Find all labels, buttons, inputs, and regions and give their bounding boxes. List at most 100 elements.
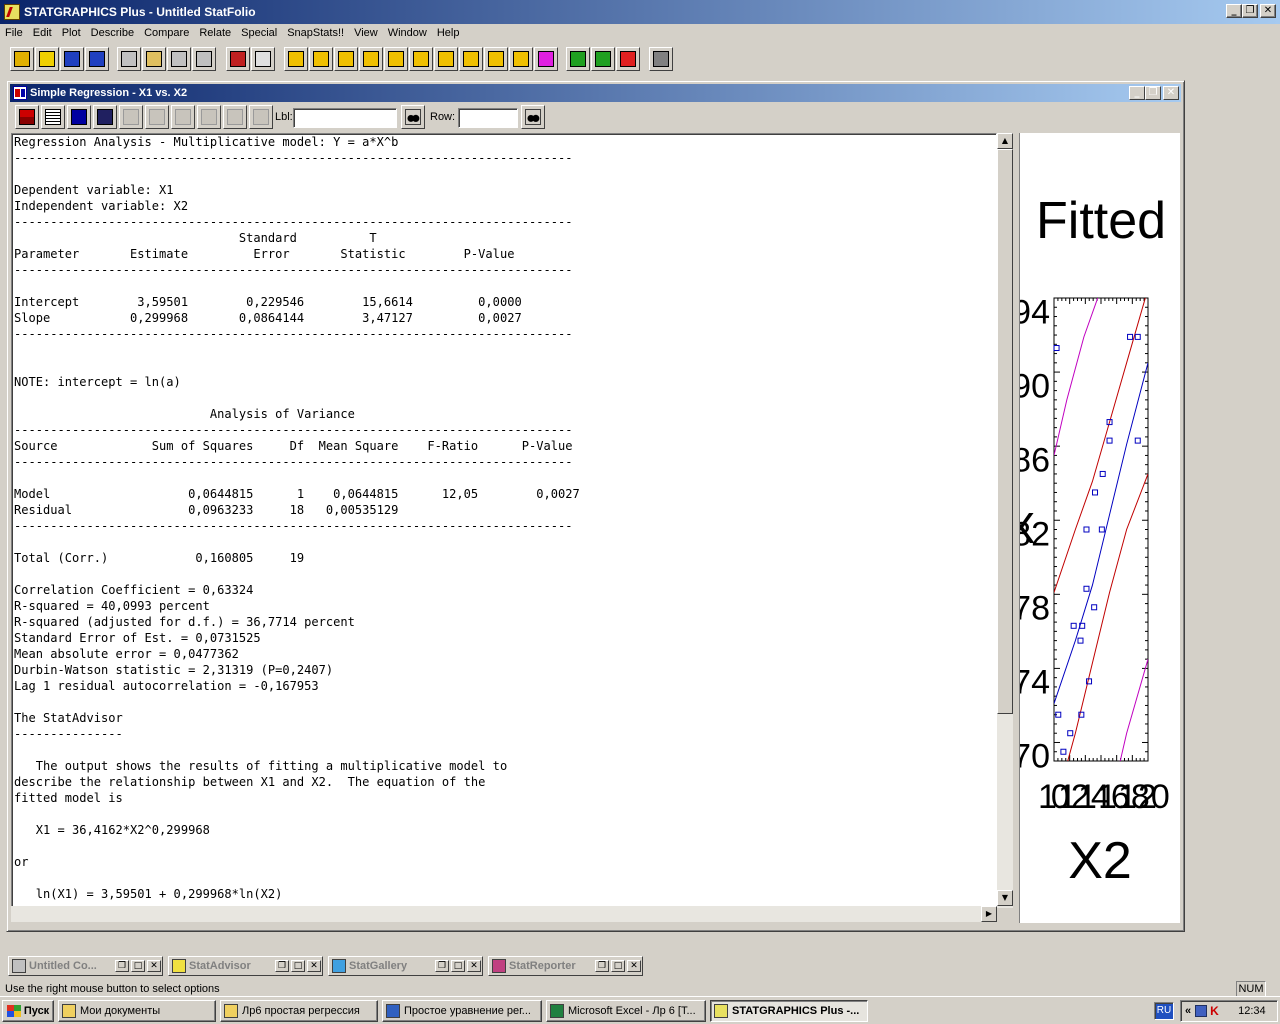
maximize-button[interactable]: □ (611, 960, 625, 972)
restore-button[interactable]: ❐ (115, 960, 129, 972)
tray-expand-chevron[interactable]: « (1185, 1005, 1191, 1017)
restore-button[interactable]: ❐ (1242, 4, 1258, 18)
analysis-output-pane[interactable]: Regression Analysis - Multiplicative mod… (11, 133, 997, 908)
statwizard-button[interactable] (591, 47, 615, 71)
output-horizontal-scrollbar[interactable]: ▶ (11, 906, 997, 922)
close-button[interactable]: ✕ (307, 960, 321, 972)
minimized-window[interactable]: StatReporter ❐ □ ✕ (488, 956, 643, 976)
taskbar-button[interactable]: Простое уравнение рег... (382, 1000, 542, 1022)
disabled-tool-5-button[interactable] (223, 105, 247, 129)
trend-button[interactable] (459, 47, 483, 71)
scroll-right-button[interactable]: ▶ (981, 906, 997, 922)
grid-button[interactable] (384, 47, 408, 71)
paste-button[interactable] (167, 47, 191, 71)
globe-button[interactable] (484, 47, 508, 71)
undo-icon (196, 51, 212, 67)
disabled-tool-4-button[interactable] (197, 105, 221, 129)
close-button[interactable]: ✕ (627, 960, 641, 972)
child-restore-button[interactable]: ❐ (1145, 86, 1161, 100)
line-chart-button[interactable] (409, 47, 433, 71)
output-line: Lag 1 residual autocorrelation = -0,1679… (14, 679, 319, 693)
menu-window[interactable]: Window (383, 25, 432, 41)
taskbar-button[interactable]: Мои документы (58, 1000, 216, 1022)
minimized-window[interactable]: Untitled Co... ❐ □ ✕ (8, 956, 163, 976)
maximize-button[interactable]: □ (451, 960, 465, 972)
menu-file[interactable]: File (0, 25, 28, 41)
scroll-down-button[interactable]: ▼ (997, 890, 1013, 906)
lbl-input[interactable] (293, 108, 397, 128)
menu-describe[interactable]: Describe (86, 25, 139, 41)
lbl-search-button[interactable] (401, 105, 425, 129)
matrix-button[interactable] (534, 47, 558, 71)
row-search-button[interactable] (521, 105, 545, 129)
scroll-up-button[interactable]: ▲ (997, 133, 1013, 149)
menu-help[interactable]: Help (432, 25, 465, 41)
antivirus-icon[interactable]: K (1210, 1005, 1222, 1017)
maximize-button[interactable]: □ (131, 960, 145, 972)
disabled-tool-3-button[interactable] (171, 105, 195, 129)
analysis-1-button[interactable] (284, 47, 308, 71)
close-button[interactable]: ✕ (467, 960, 481, 972)
copy-button[interactable] (142, 47, 166, 71)
statadvisor-button[interactable] (566, 47, 590, 71)
restore-button[interactable]: ❐ (435, 960, 449, 972)
menu-snapstats[interactable]: SnapStats!! (282, 25, 349, 41)
taskbar-button[interactable]: Microsoft Excel - Лр 6 [Т... (546, 1000, 706, 1022)
scatter-button[interactable] (359, 47, 383, 71)
input-dialog-button[interactable] (15, 105, 39, 129)
menu-view[interactable]: View (349, 25, 383, 41)
close-button[interactable]: ✕ (147, 960, 161, 972)
minimized-window[interactable]: StatGallery ❐ □ ✕ (328, 956, 483, 976)
open-folder-button[interactable] (10, 47, 34, 71)
print-preview-button[interactable] (251, 47, 275, 71)
bar-chart-button[interactable] (334, 47, 358, 71)
calculator-button[interactable] (649, 47, 673, 71)
restore-button[interactable]: ❐ (595, 960, 609, 972)
scroll-thumb[interactable] (997, 149, 1013, 714)
disabled-tool-1-button[interactable] (119, 105, 143, 129)
menu-edit[interactable]: Edit (28, 25, 57, 41)
disabled-tool-6-button[interactable] (249, 105, 273, 129)
task-icon (386, 1004, 400, 1018)
undo-button[interactable] (192, 47, 216, 71)
child-close-button[interactable]: ✕ (1163, 86, 1179, 100)
statgraphics-app-icon[interactable] (4, 4, 20, 20)
taskbar-button[interactable]: STATGRAPHICS Plus -... (710, 1000, 868, 1022)
menu-plot[interactable]: Plot (57, 25, 86, 41)
maximize-button[interactable]: □ (291, 960, 305, 972)
save-results-button[interactable] (93, 105, 117, 129)
data-save-button[interactable] (85, 47, 109, 71)
analysis-2-button[interactable] (309, 47, 333, 71)
task-label: Простое уравнение рег... (404, 1005, 531, 1017)
minimized-window[interactable]: StatAdvisor ❐ □ ✕ (168, 956, 323, 976)
child-minimize-button[interactable]: _ (1129, 86, 1145, 100)
print-button[interactable] (226, 47, 250, 71)
menu-special[interactable]: Special (236, 25, 282, 41)
spreadsheet-button[interactable] (60, 47, 84, 71)
cut-button[interactable] (117, 47, 141, 71)
minimize-button[interactable]: _ (1226, 4, 1242, 18)
task-icon (714, 1004, 728, 1018)
row-input[interactable] (458, 108, 518, 128)
tabular-options-button[interactable] (41, 105, 65, 129)
graphical-options-button[interactable] (67, 105, 91, 129)
restore-button[interactable]: ❐ (275, 960, 289, 972)
menu-relate[interactable]: Relate (194, 25, 236, 41)
taskbar-button[interactable]: Лр6 простая регрессия (220, 1000, 378, 1022)
distribution-button[interactable] (434, 47, 458, 71)
menu-compare[interactable]: Compare (139, 25, 194, 41)
tree-button[interactable] (509, 47, 533, 71)
start-button[interactable]: Пуск (2, 1000, 54, 1022)
fitted-model-plot: Fitted94908682787470101214161820XX2 (1020, 192, 1175, 890)
prediction-upper-line (1054, 298, 1099, 456)
close-button[interactable]: ✕ (1260, 4, 1276, 18)
output-vertical-scrollbar[interactable]: ▲ ▼ (997, 133, 1013, 908)
help-button[interactable] (616, 47, 640, 71)
fitted-model-plot-pane[interactable]: Fitted94908682787470101214161820XX2 (1019, 133, 1180, 923)
language-indicator[interactable]: RU (1154, 1002, 1174, 1020)
save-button[interactable] (35, 47, 59, 71)
disabled-tool-2-button[interactable] (145, 105, 169, 129)
regression-window-icon[interactable] (13, 86, 27, 100)
network-icon[interactable] (1195, 1005, 1208, 1017)
